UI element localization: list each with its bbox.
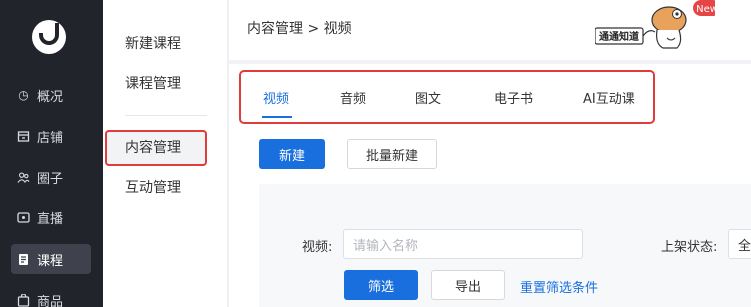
content-card: 视频 音频 图文 电子书 AI互动课 新建 批量新建 视频: 请输入名称 上架状… <box>229 64 751 307</box>
export-button[interactable]: 导出 <box>431 270 505 300</box>
video-filter-label: 视频: <box>302 240 333 255</box>
batch-new-button[interactable]: 批量新建 <box>347 139 437 169</box>
tab-ebook[interactable]: 电子书 <box>494 88 533 107</box>
sidebar-item-goods[interactable]: 商品 <box>11 285 91 307</box>
tab-article[interactable]: 图文 <box>415 88 441 107</box>
status-filter-label: 上架状态: <box>661 240 718 255</box>
sidebar-item-overview[interactable]: ◷ 概况 <box>11 80 91 110</box>
sidebar-item-label: 课程 <box>37 253 64 269</box>
breadcrumb: 内容管理 > 视频 <box>247 21 352 37</box>
subnav-item-new-course[interactable]: 新建课程 <box>125 33 181 53</box>
people-icon <box>17 171 30 184</box>
filter-button[interactable]: 筛选 <box>344 270 418 300</box>
main-sidebar: ◷ 概况 店铺 圈子 直播 课程 商品 <box>0 0 103 307</box>
store-icon <box>17 130 30 143</box>
status-select[interactable]: 全 <box>728 229 751 259</box>
reset-filters-link[interactable]: 重置筛选条件 <box>520 277 598 296</box>
app-logo[interactable] <box>32 20 66 54</box>
sidebar-item-label: 概况 <box>37 89 64 105</box>
tab-ai-course[interactable]: AI互动课 <box>583 88 635 107</box>
new-badge: New <box>696 4 715 15</box>
filter-panel: 视频: 请输入名称 上架状态: 全 筛选 导出 重置筛选条件 <box>259 184 751 307</box>
subnav-divider <box>125 115 207 116</box>
subnav-item-course-manage[interactable]: 课程管理 <box>125 73 181 93</box>
sidebar-item-label: 圈子 <box>37 171 64 187</box>
main-content: 内容管理 > 视频 通通知道 New 视频 音频 图文 电子书 AI互动课 新建… <box>229 0 751 307</box>
goods-icon <box>17 293 30 307</box>
sidebar-item-store[interactable]: 店铺 <box>11 121 91 151</box>
mascot-illustration: 通通知道 New <box>595 0 715 49</box>
tab-audio[interactable]: 音频 <box>340 88 366 107</box>
tab-video[interactable]: 视频 <box>263 88 289 107</box>
sidebar-item-label: 店铺 <box>37 130 64 146</box>
subnav-item-content-manage-label: 内容管理 <box>125 140 181 156</box>
course-icon <box>17 253 30 266</box>
mascot-sign-text: 通通知道 <box>599 30 639 43</box>
sidebar-item-circle[interactable]: 圈子 <box>11 162 91 192</box>
sidebar-item-course[interactable]: 课程 <box>11 244 91 274</box>
sidebar-item-live[interactable]: 直播 <box>11 202 91 232</box>
sidebar-item-label: 直播 <box>37 211 64 227</box>
page-header: 内容管理 > 视频 通通知道 New <box>229 0 751 60</box>
sidebar-item-label: 商品 <box>37 294 64 307</box>
subnav-item-interact-manage[interactable]: 互动管理 <box>125 177 181 197</box>
active-tab-indicator <box>262 116 292 118</box>
clock-icon: ◷ <box>18 88 29 102</box>
new-button[interactable]: 新建 <box>259 139 325 169</box>
video-name-input[interactable]: 请输入名称 <box>343 229 583 259</box>
live-icon <box>17 211 30 224</box>
